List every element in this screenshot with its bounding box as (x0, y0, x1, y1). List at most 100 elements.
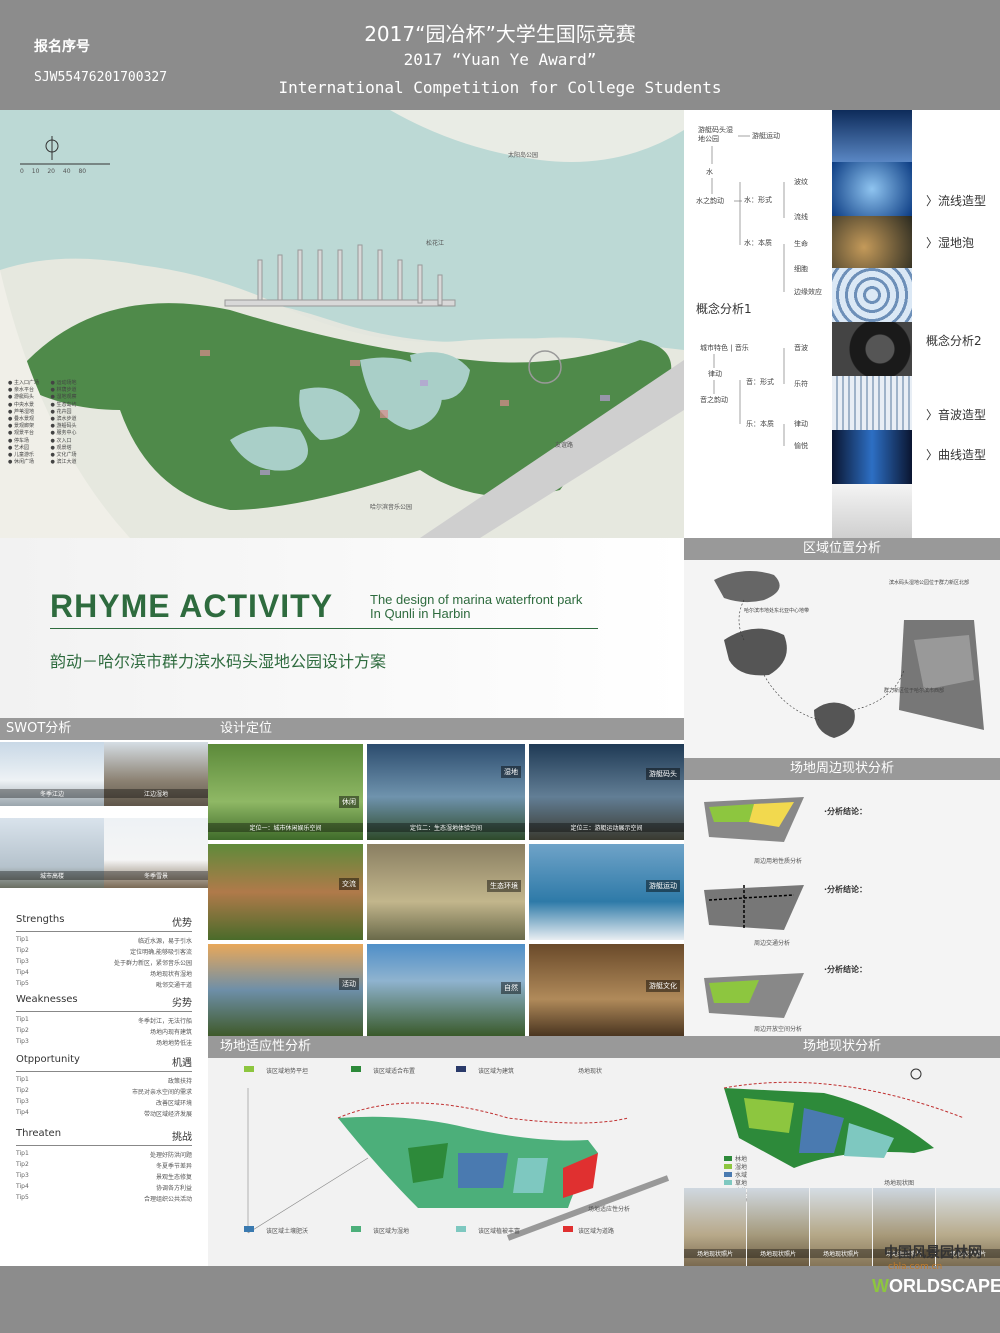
concept2-title: 概念分析2 (926, 334, 982, 348)
design-photo-9: 游艇文化 (529, 944, 684, 1036)
tag-flowline-text: 流线造型 (938, 194, 987, 208)
legend-item: ● 艺术园 (8, 444, 29, 451)
design-tag-3: 游艇码头 (646, 768, 680, 780)
swot-tip-label: Tip3 (16, 1098, 29, 1105)
swot-tip-label: Tip1 (16, 936, 29, 943)
banner-rule (50, 628, 598, 629)
swot-tip-label: Tip1 (16, 1016, 29, 1023)
swot-tip-text: 冬夏季节差异 (155, 1163, 192, 1170)
legend-item: ● 服务中心 (50, 430, 77, 437)
swot-tip-text: 处于群力新区，紧邻音乐公园 (113, 960, 192, 967)
status-photo-3: 场地现状照片 (810, 1188, 872, 1266)
design-tag-5: 生态环境 (487, 880, 521, 892)
legend-item: ● 次入口 (50, 437, 72, 444)
swot-tip-text: 场地现状有湿地 (149, 971, 192, 978)
surround-conclusion-1: ·分析结论： (824, 807, 868, 816)
region-location: 区域位置分析 哈尔滨市地处东北亚中心地带 滨水码头湿地公园位于群力新区北部 群力… (684, 538, 1000, 758)
swot-photo-3: 城市高楼 (0, 818, 104, 888)
legend-item: ● 游艇码头 (8, 394, 34, 401)
swot-photo-1: 冬季江边 (0, 742, 104, 806)
banner-subtitle-2: In Qunli in Harbin (370, 606, 471, 621)
swot-heading-cn: 优势 (172, 918, 192, 929)
swot-tip-row: Tip4 带动区域经济发展 (16, 1109, 192, 1120)
swot-tip-label: Tip2 (16, 947, 29, 954)
suitability-title: 场地适应性分析 (208, 1036, 684, 1058)
design-tag-4: 交流 (339, 878, 359, 890)
design-photo-7: 活动 (208, 944, 363, 1036)
swot-photo-2: 江边湿地 (104, 742, 208, 806)
tag-flowline: 〉流线造型 (926, 194, 987, 208)
swot-cap-2: 江边湿地 (104, 789, 208, 798)
swot-cap-3: 城市高楼 (0, 871, 104, 880)
swot-tip-row: Tip3 改善区域环境 (16, 1098, 192, 1109)
design-photo-6: 游艇运动 (529, 844, 684, 940)
site-status: 场地现状分析 林地湿地水域草地建筑道路 场地现状图 场地现状照片 场地现状照片 … (684, 1036, 1000, 1266)
suit-note-3: 该区域为建筑 (478, 1068, 515, 1075)
swot-tip-text: 场地地势低洼 (155, 1040, 192, 1047)
swot-tip-label: Tip2 (16, 1161, 29, 1168)
tag-curve: 〉曲线造型 (926, 448, 987, 462)
design-tag-7: 活动 (339, 978, 359, 990)
swot-tip-text: 景观生态修复 (155, 1174, 192, 1181)
banner-cn: 韵动－哈尔滨市群力滨水码头湿地公园设计方案 (50, 652, 387, 671)
design-photo-4: 交流 (208, 844, 363, 940)
status-cap-1: 场地现状照片 (684, 1249, 746, 1258)
design-cap-3: 定位三：游艇运动展示空间 (529, 823, 684, 832)
swot-tip-label: Tip3 (16, 1038, 29, 1045)
design-tag-9: 游艇文化 (646, 980, 680, 992)
surround-conclusion-2: ·分析结论： (824, 885, 868, 894)
status-legend-item: 林地 (724, 1156, 747, 1164)
master-plan-svg (0, 110, 684, 538)
swot-tip-label: Tip1 (16, 1076, 29, 1083)
concept1-tags: 〉流线造型 〉湿地泡 (912, 110, 1000, 322)
swot-group: Weaknesses 劣势 Tip1 冬季封江，无法行船 Tip2 场地内现有建筑 Tip3… (16, 994, 192, 1049)
status-legend-item: 湿地 (724, 1164, 747, 1172)
title-banner: RHYME ACTIVITY The design of marina wate… (0, 538, 684, 718)
suit-note-4: 场地现状 (578, 1068, 603, 1075)
legend-item: ● 生态岛屿 (50, 401, 77, 408)
swot-tip-label: Tip1 (16, 1150, 29, 1157)
surround-label-1: 周边用地性质分析 (754, 858, 803, 865)
tag-wetland-bubble: 〉湿地泡 (926, 236, 975, 250)
surround-title: 场地周边现状分析 (684, 758, 1000, 780)
swot-tip-row: Tip2 定位明确,能够吸引客流 (16, 947, 192, 958)
scale-80: 80 (78, 168, 87, 175)
suit-note-2: 该区域适合布置 (373, 1068, 416, 1075)
design-tag-1: 休闲 (339, 796, 359, 808)
c1-lines (711, 135, 785, 292)
region-title: 区域位置分析 (684, 538, 1000, 560)
suitability-analysis: 场地适应性分析 该区域地势平坦 该区域适合布置 该区域为建筑 场地现状 该区域土… (208, 1036, 684, 1266)
tag-soundwave-text: 音波造型 (938, 408, 987, 422)
legend-item: ● 观景塔 (50, 444, 72, 451)
swot-tip-text: 处理好防洪问题 (149, 1152, 192, 1159)
swot-tip-label: Tip3 (16, 1172, 29, 1179)
concept-analysis-2: 城市特色 | 音乐 律动 音之韵动 音：形式 音波 乐符 乐：本质 律动 愉悦 (684, 322, 832, 538)
swot-heading-cn: 挑战 (172, 1132, 192, 1143)
swot-tip-label: Tip2 (16, 1027, 29, 1034)
swot-tip-row: Tip1 政策扶持 (16, 1076, 192, 1087)
swot-tip-text: 带动区域经济发展 (143, 1111, 192, 1118)
status-cap-3: 场地现状照片 (810, 1249, 872, 1258)
surround-label-2: 周边交通分析 (754, 940, 791, 947)
swot-group: Threaten 挑战 Tip1 处理好防洪问题 Tip2 冬夏季节差异 Tip3 景观生态修… (16, 1128, 192, 1205)
scale-labels: 0 10 20 40 80 (20, 168, 86, 175)
region-text-3: 群力新区位于哈尔滨市西部 (884, 688, 945, 694)
swot-tip-text: 冬季封江，无法行船 (137, 1018, 192, 1025)
swot-tip-row: Tip1 处理好防洪问题 (16, 1150, 192, 1161)
banner-title: RHYME ACTIVITY (50, 588, 334, 624)
swot-tip-row: Tip4 场地现状有湿地 (16, 969, 192, 980)
legend-item: ● 湿地观察 (50, 394, 77, 401)
footer-worldscape: WORLDSCAPE (872, 1276, 1000, 1297)
swot-tip-label: Tip3 (16, 958, 29, 965)
status-legend-item: 草地 (724, 1180, 747, 1188)
map-legend: ● 主入口广场 ● 亲水平台 ● 游艇码头 ● 中央水景 ● 芦苇湿地 ● 叠水景观 ● 景… (8, 380, 88, 466)
scale-0: 0 (20, 168, 24, 175)
legend-item: ● 滨江大道 (50, 459, 77, 466)
surround-analysis: 场地周边现状分析 ·分析结论： 周边用地性质分析 ·分析结论： 周边交通分析 ·… (684, 758, 1000, 1038)
swot-heading-cn: 机遇 (172, 1058, 192, 1069)
swot-tip-text: 市民对亲水空间的需求 (131, 1089, 192, 1096)
swot-tip-text: 临近水源，易于引水 (137, 938, 192, 945)
scale-20: 20 (47, 168, 55, 175)
suit-note-5: 该区域土壤肥沃 (266, 1228, 309, 1235)
swot-tip-text: 毗邻交通干道 (155, 982, 192, 989)
